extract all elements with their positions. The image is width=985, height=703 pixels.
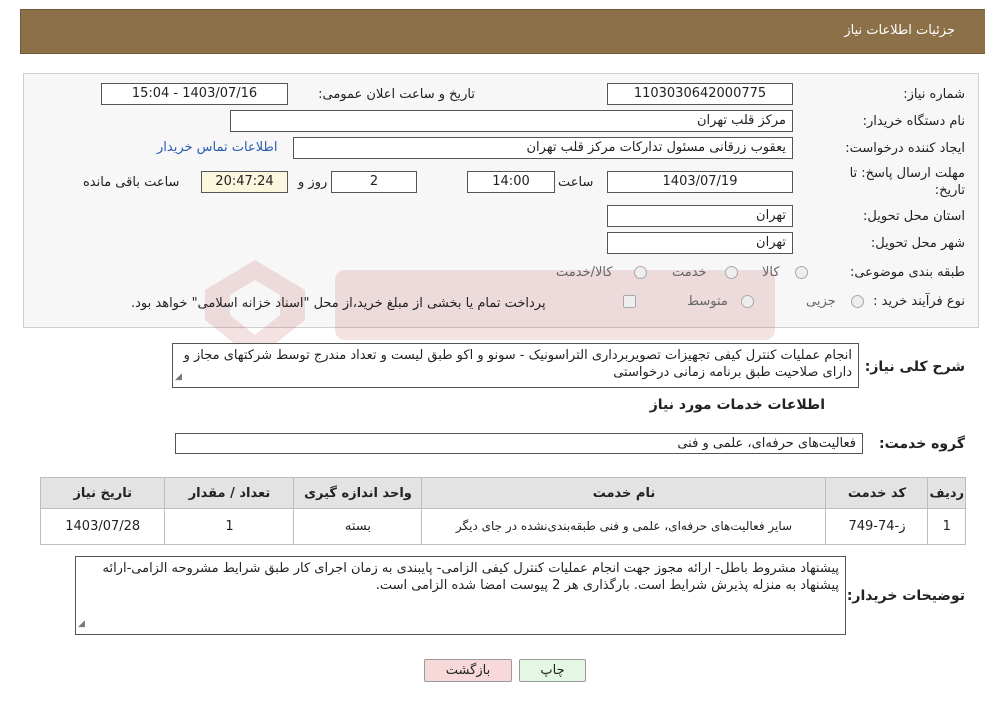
days-label: روز و xyxy=(298,175,328,190)
buyer-org-label: نام دستگاه خریدار: xyxy=(862,114,965,129)
process-option-medium: متوسط xyxy=(687,294,728,309)
buyer-notes-label: توضیحات خریدار: xyxy=(846,588,965,604)
resize-grip-icon[interactable]: ◢ xyxy=(175,369,182,386)
city-label: شهر محل تحویل: xyxy=(870,236,965,251)
print-button[interactable]: چاپ xyxy=(519,659,586,682)
process-radio-medium[interactable] xyxy=(741,295,754,308)
services-table: ردیف کد خدمت نام خدمت واحد اندازه گیری ت… xyxy=(39,477,966,545)
column-header-quantity: تعداد / مقدار xyxy=(164,477,295,509)
category-option-goods-service: کالا/خدمت xyxy=(556,265,613,280)
deadline-time-label: ساعت xyxy=(558,175,594,190)
province-field: تهران xyxy=(607,205,793,227)
requester-field: یعقوب زرقانی مسئول تداركات مرکز قلب تهرا… xyxy=(293,137,793,159)
description-label: شرح کلی نیاز: xyxy=(864,359,965,375)
cell-need-date: 1403/07/28 xyxy=(39,508,166,545)
buyer-notes-text: پیشنهاد مشروط باطل- ارائه مجوز جهت انجام… xyxy=(102,561,839,593)
buyer-notes-textarea[interactable]: پیشنهاد مشروط باطل- ارائه مجوز جهت انجام… xyxy=(75,556,846,635)
process-label: نوع فرآیند خرید : xyxy=(873,294,965,309)
column-header-need-date: تاریخ نیاز xyxy=(39,477,166,509)
process-option-minor: جزیی xyxy=(806,294,836,309)
treasury-payment-note: پرداخت تمام یا بخشی از مبلغ خرید،از محل … xyxy=(131,296,546,311)
page-header: جزئیات اطلاعات نیاز xyxy=(20,9,985,54)
category-option-service: خدمت xyxy=(672,265,707,280)
resize-grip-icon[interactable]: ◢ xyxy=(78,616,85,633)
table-header-row: ردیف کد خدمت نام خدمت واحد اندازه گیری ت… xyxy=(39,477,966,509)
remaining-time-label: ساعت باقی مانده xyxy=(83,175,180,190)
column-header-row-number: ردیف xyxy=(927,477,966,509)
need-number-label: شماره نیاز: xyxy=(903,87,965,102)
back-button[interactable]: بازگشت xyxy=(424,659,512,682)
category-radio-goods-service[interactable] xyxy=(634,266,647,279)
requester-label: ایجاد کننده درخواست: xyxy=(845,141,965,156)
category-label: طبقه بندی موضوعی: xyxy=(849,265,965,280)
service-group-label: گروه خدمت: xyxy=(879,436,965,452)
remaining-time-field: 20:47:24 xyxy=(201,171,288,193)
need-number-field: 1103030642000775 xyxy=(607,83,793,105)
days-remaining-field: 2 xyxy=(331,171,417,193)
deadline-label: مهلت ارسال پاسخ: تا xyxy=(849,166,965,181)
column-header-service-code: کد خدمت xyxy=(825,477,929,509)
description-textarea[interactable]: انجام عملیات کنترل کیفی تجهیزات تصویربرد… xyxy=(172,343,859,388)
table-row: 1 ز-74-749 سایر فعالیت‌های حرفه‌ای، علمی… xyxy=(39,508,966,545)
treasury-payment-checkbox[interactable] xyxy=(623,295,636,308)
cell-row-number: 1 xyxy=(927,508,966,545)
category-option-goods: کالا xyxy=(762,265,780,280)
deadline-label-date: تاریخ: xyxy=(934,183,965,198)
buyer-org-field: مرکز قلب تهران xyxy=(230,110,793,132)
services-section-title: اطلاعات خدمات مورد نیاز xyxy=(649,397,825,413)
cell-unit: بسته xyxy=(293,508,423,545)
city-field: تهران xyxy=(607,232,793,254)
category-radio-goods[interactable] xyxy=(795,266,808,279)
category-radio-service[interactable] xyxy=(725,266,738,279)
description-text: انجام عملیات کنترل کیفی تجهیزات تصویربرد… xyxy=(183,348,852,380)
province-label: استان محل تحویل: xyxy=(863,209,965,224)
deadline-time-field: 14:00 xyxy=(467,171,555,193)
column-header-service-name: نام خدمت xyxy=(421,477,827,509)
cell-quantity: 1 xyxy=(164,508,295,545)
process-radio-minor[interactable] xyxy=(851,295,864,308)
cell-service-name: سایر فعالیت‌های حرفه‌ای، علمی و فنی طبقه… xyxy=(421,508,827,545)
cell-service-code: ز-74-749 xyxy=(825,508,929,545)
column-header-unit: واحد اندازه گیری xyxy=(293,477,423,509)
page-title: جزئیات اطلاعات نیاز xyxy=(844,23,955,38)
buyer-contact-link[interactable]: اطلاعات تماس خریدار xyxy=(157,140,277,155)
deadline-date-field: 1403/07/19 xyxy=(607,171,793,193)
service-group-field: فعالیت‌های حرفه‌ای، علمی و فنی xyxy=(175,433,863,454)
announce-label: تاریخ و ساعت اعلان عمومی: xyxy=(318,87,475,102)
announce-datetime-field: 1403/07/16 - 15:04 xyxy=(101,83,288,105)
